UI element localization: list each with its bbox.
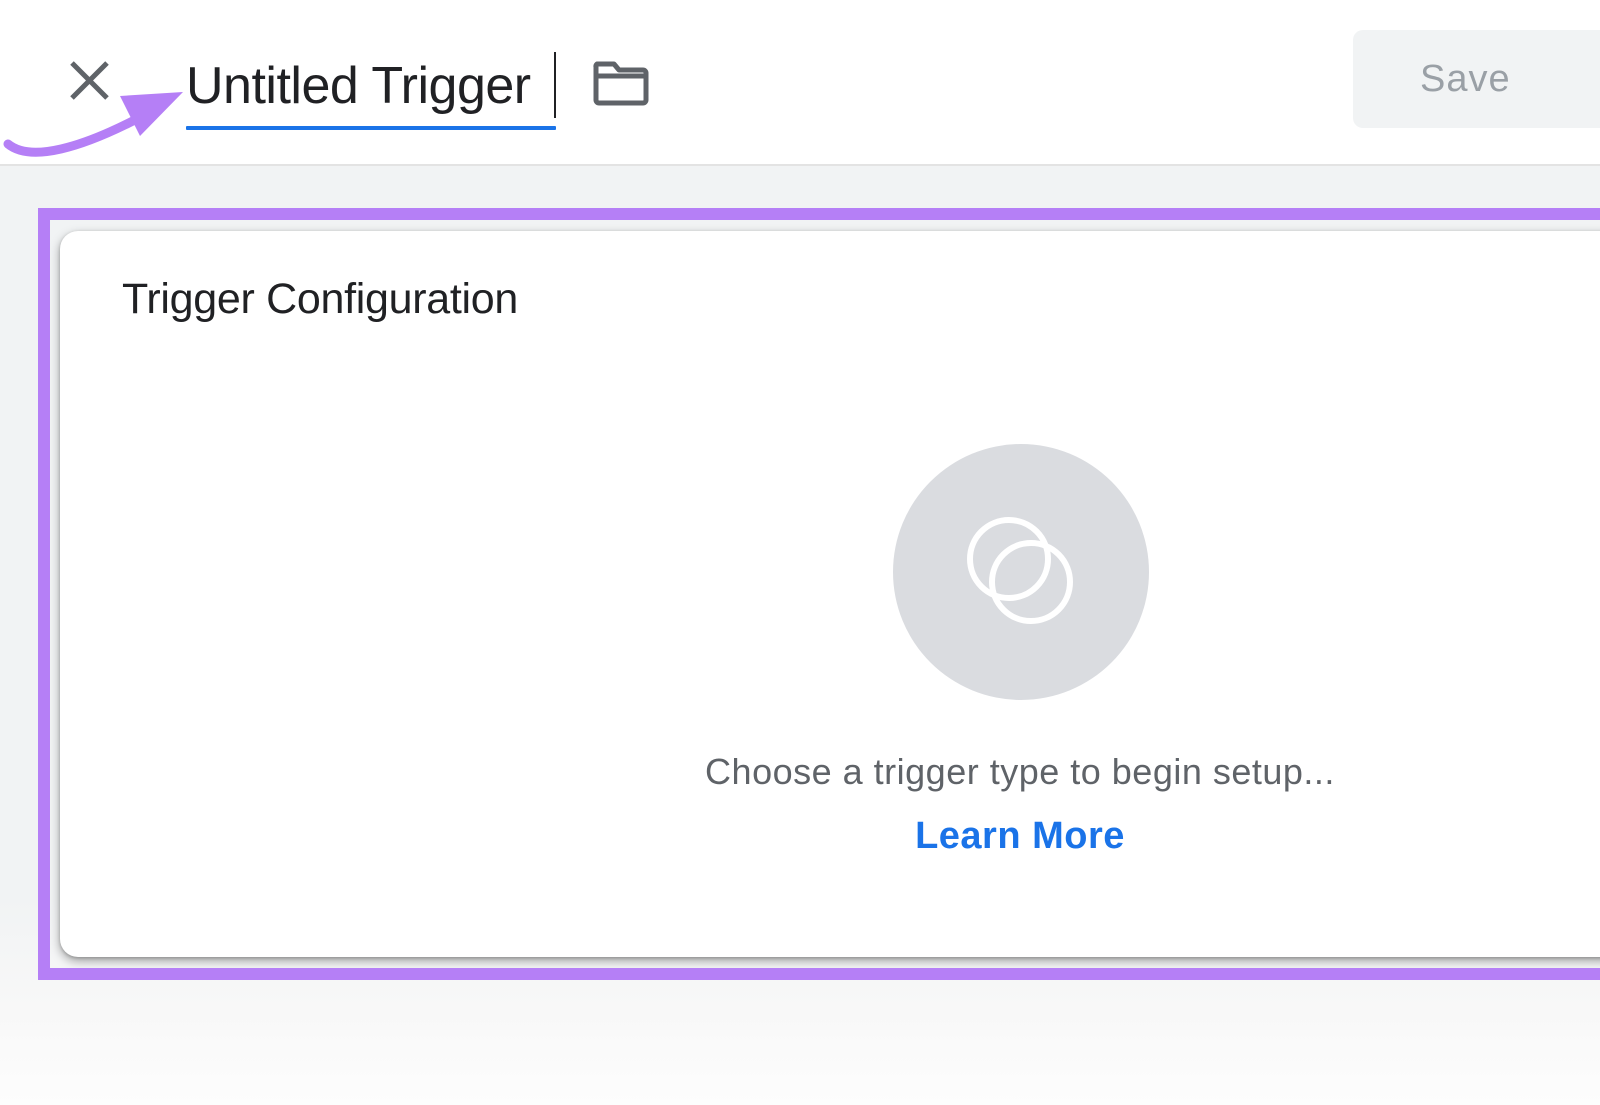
trigger-name-field[interactable]: Untitled Trigger bbox=[186, 46, 558, 132]
folder-icon bbox=[593, 61, 649, 106]
trigger-name-input[interactable]: Untitled Trigger bbox=[186, 46, 558, 126]
annotation-highlight-frame bbox=[38, 208, 1600, 980]
save-button[interactable]: Save bbox=[1353, 30, 1600, 128]
annotation-arrow bbox=[3, 92, 183, 157]
folder-button[interactable] bbox=[590, 56, 652, 110]
text-caret bbox=[554, 52, 556, 118]
input-focus-underline bbox=[186, 126, 556, 130]
editor-header: Untitled Trigger Save bbox=[0, 0, 1600, 166]
